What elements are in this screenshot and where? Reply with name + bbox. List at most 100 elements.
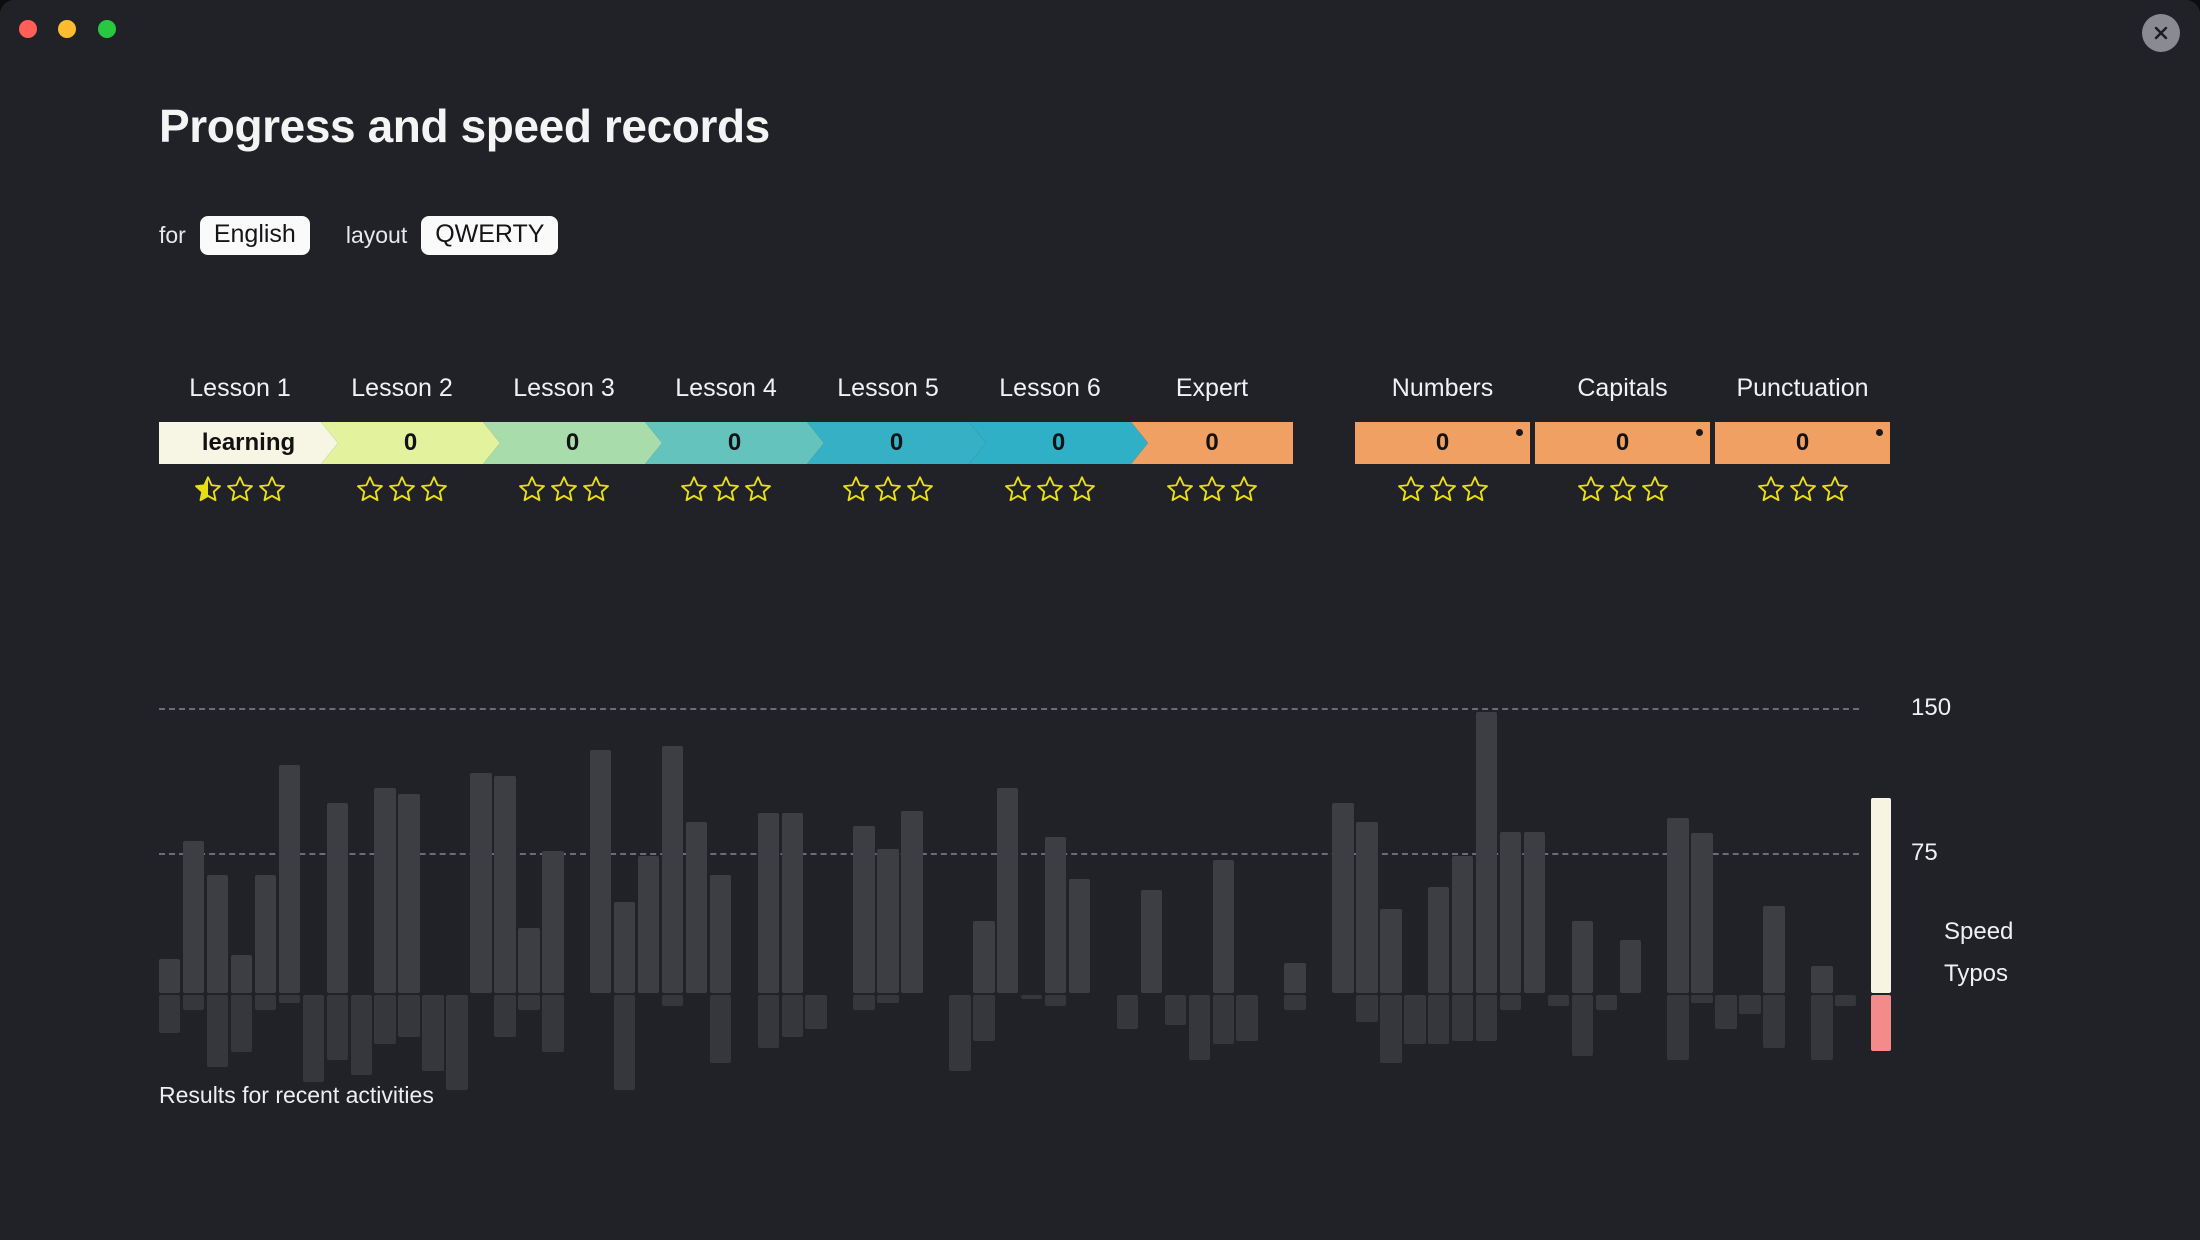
speed-bar[interactable] bbox=[589, 749, 612, 993]
progress-segment-expert[interactable]: 0 bbox=[1131, 422, 1293, 464]
typo-bar[interactable] bbox=[374, 995, 396, 1045]
typo-bar[interactable] bbox=[853, 995, 875, 1011]
speed-bar[interactable] bbox=[494, 776, 516, 993]
close-icon[interactable] bbox=[2142, 14, 2180, 52]
typo-bar[interactable] bbox=[949, 995, 971, 1071]
speed-bar[interactable] bbox=[1044, 837, 1067, 993]
typo-bar[interactable] bbox=[1020, 995, 1043, 999]
speed-bar[interactable] bbox=[637, 856, 660, 993]
speed-bar[interactable] bbox=[1691, 833, 1713, 993]
speed-bar[interactable] bbox=[1451, 856, 1474, 993]
speed-bar[interactable] bbox=[1667, 818, 1689, 993]
typo-bar[interactable] bbox=[1571, 995, 1594, 1056]
speed-bar[interactable] bbox=[997, 787, 1019, 993]
typo-bar[interactable] bbox=[1428, 995, 1450, 1045]
speed-bar[interactable] bbox=[1284, 962, 1306, 993]
typo-bar[interactable] bbox=[1404, 995, 1426, 1045]
typo-bar[interactable] bbox=[1116, 995, 1139, 1030]
typo-bar[interactable] bbox=[1164, 995, 1187, 1026]
speed-bar[interactable] bbox=[1380, 909, 1402, 993]
speed-bar[interactable] bbox=[973, 920, 995, 993]
typo-bar[interactable] bbox=[1188, 995, 1210, 1060]
typo-bar[interactable] bbox=[1212, 995, 1234, 1045]
typo-bar[interactable] bbox=[1739, 995, 1761, 1014]
speed-bar[interactable] bbox=[1811, 966, 1833, 993]
typo-bar[interactable] bbox=[1835, 995, 1857, 1007]
typo-bar[interactable] bbox=[1667, 995, 1689, 1060]
typo-bar[interactable] bbox=[422, 995, 444, 1071]
typo-bar[interactable] bbox=[1547, 995, 1570, 1007]
typo-bar[interactable] bbox=[1451, 995, 1474, 1041]
speed-bar[interactable] bbox=[398, 793, 420, 993]
speed-bar[interactable] bbox=[1619, 939, 1641, 993]
typo-bar[interactable] bbox=[1811, 995, 1833, 1060]
speed-bar[interactable] bbox=[613, 901, 636, 993]
typo-bar[interactable] bbox=[1044, 995, 1067, 1007]
typo-bar[interactable] bbox=[1715, 995, 1737, 1030]
speed-bar[interactable] bbox=[1332, 803, 1354, 993]
typo-bar[interactable] bbox=[781, 995, 803, 1037]
typo-bar[interactable] bbox=[1236, 995, 1258, 1041]
typo-bar[interactable] bbox=[518, 995, 540, 1011]
typo-bar[interactable] bbox=[1691, 995, 1713, 1003]
chart-plot-area[interactable] bbox=[159, 690, 1891, 1090]
speed-bar[interactable] bbox=[1356, 822, 1378, 993]
typo-bar[interactable] bbox=[182, 995, 205, 1011]
typo-bar[interactable] bbox=[302, 995, 325, 1083]
typo-bar[interactable] bbox=[613, 995, 636, 1090]
typo-bar[interactable] bbox=[350, 995, 372, 1075]
speed-bar[interactable] bbox=[206, 875, 229, 993]
speed-bar[interactable] bbox=[709, 875, 732, 993]
typo-bar[interactable] bbox=[542, 995, 564, 1052]
typo-bar[interactable] bbox=[326, 995, 349, 1060]
typo-bar[interactable] bbox=[877, 995, 899, 1003]
speed-bar[interactable] bbox=[1428, 886, 1450, 993]
progress-segment-lesson-2[interactable]: 0 bbox=[321, 422, 500, 464]
speed-bar[interactable] bbox=[661, 746, 684, 993]
speed-bar[interactable] bbox=[1763, 905, 1785, 993]
typo-bar[interactable] bbox=[973, 995, 995, 1041]
speed-bar[interactable] bbox=[326, 803, 349, 993]
typo-bar[interactable] bbox=[446, 995, 468, 1090]
typo-bar[interactable] bbox=[1499, 995, 1522, 1011]
speed-bar[interactable] bbox=[877, 848, 899, 993]
typo-bar[interactable] bbox=[398, 995, 420, 1037]
speed-bar[interactable] bbox=[470, 772, 492, 993]
typo-bar[interactable] bbox=[1356, 995, 1378, 1022]
speed-bar[interactable] bbox=[182, 841, 205, 993]
typo-bar[interactable] bbox=[230, 995, 253, 1052]
window-minimize-dot[interactable] bbox=[58, 20, 76, 38]
speed-bar[interactable] bbox=[853, 825, 875, 993]
typo-bar[interactable] bbox=[1475, 995, 1498, 1041]
speed-bar[interactable] bbox=[518, 928, 540, 993]
progress-segment-lesson-4[interactable]: 0 bbox=[645, 422, 824, 464]
speed-bar[interactable] bbox=[374, 787, 396, 993]
language-selector[interactable]: English bbox=[199, 216, 310, 255]
speed-bar[interactable] bbox=[1068, 879, 1091, 993]
typo-bar[interactable] bbox=[1380, 995, 1402, 1064]
layout-selector[interactable]: QWERTY bbox=[421, 216, 559, 255]
typo-bar[interactable] bbox=[159, 995, 181, 1033]
progress-segment-numbers[interactable]: 0 bbox=[1355, 422, 1530, 464]
progress-segment-lesson-3[interactable]: 0 bbox=[483, 422, 662, 464]
typo-bar[interactable] bbox=[661, 995, 684, 1007]
speed-bar[interactable] bbox=[159, 958, 181, 993]
typo-bar[interactable] bbox=[1284, 995, 1306, 1011]
progress-segment-lesson-1[interactable]: learning bbox=[159, 422, 338, 464]
speed-bar[interactable] bbox=[685, 822, 708, 993]
speed-bar[interactable] bbox=[230, 955, 253, 993]
speed-bar[interactable] bbox=[1499, 831, 1522, 993]
speed-bar[interactable] bbox=[757, 812, 780, 993]
speed-bar[interactable] bbox=[1571, 920, 1594, 993]
progress-segment-lesson-5[interactable]: 0 bbox=[807, 422, 986, 464]
typo-bar[interactable] bbox=[254, 995, 277, 1011]
speed-bar[interactable] bbox=[901, 810, 923, 993]
speed-bar[interactable] bbox=[1475, 711, 1498, 993]
speed-bar[interactable] bbox=[542, 850, 564, 993]
typo-bar[interactable] bbox=[1595, 995, 1618, 1011]
speed-bar[interactable] bbox=[1523, 831, 1546, 993]
typo-bar[interactable] bbox=[709, 995, 732, 1064]
progress-segment-capitals[interactable]: 0 bbox=[1535, 422, 1710, 464]
typo-bar[interactable] bbox=[206, 995, 229, 1068]
progress-segment-punctuation[interactable]: 0 bbox=[1715, 422, 1890, 464]
